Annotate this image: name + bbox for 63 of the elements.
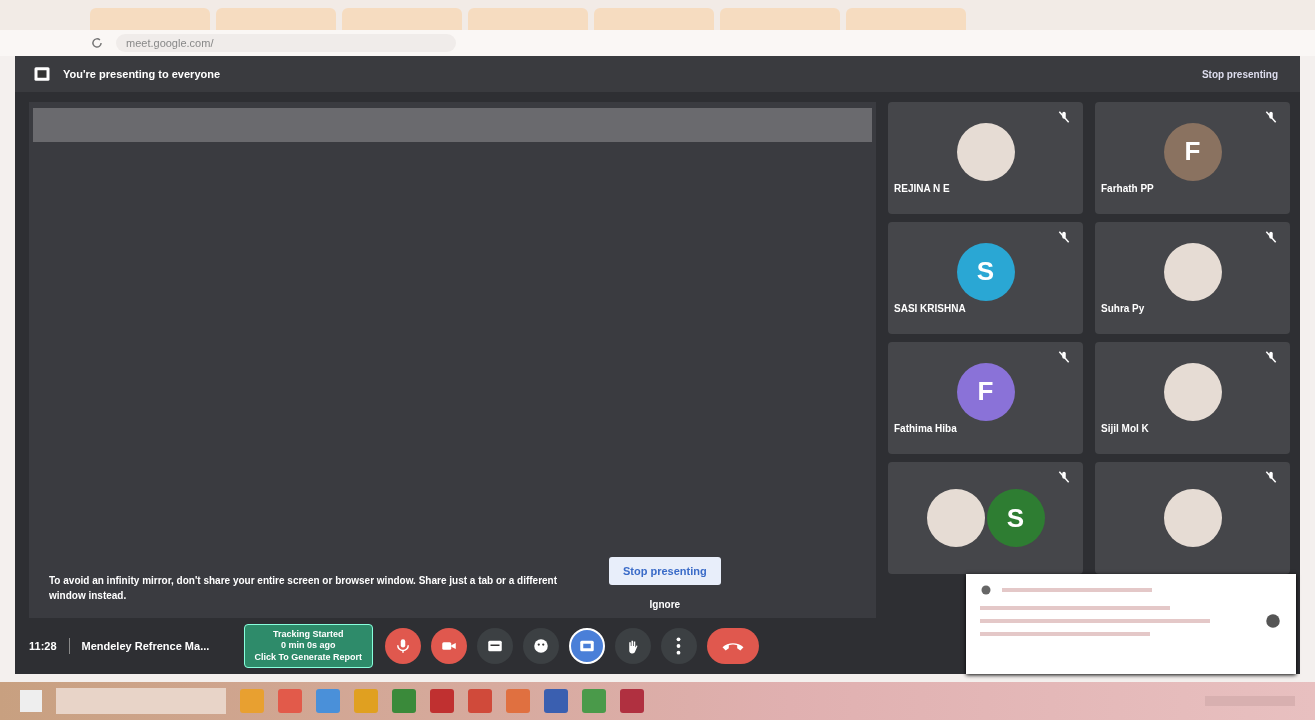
avatar-photo <box>1163 489 1222 547</box>
browser-tab[interactable] <box>720 8 840 30</box>
browser-tab[interactable] <box>846 8 966 30</box>
mic-off-icon <box>1057 230 1071 244</box>
stop-presenting-button[interactable]: Stop presenting <box>609 557 721 585</box>
mic-off-icon <box>1057 110 1071 124</box>
avatar: F <box>1163 122 1222 181</box>
taskbar-app-icon[interactable] <box>240 689 264 713</box>
address-bar[interactable]: meet.google.com/ <box>116 34 456 52</box>
microphone-button[interactable] <box>384 628 421 664</box>
mic-off-icon <box>1264 470 1278 484</box>
avatar: S <box>956 242 1015 301</box>
taskbar-app-icon[interactable] <box>582 689 606 713</box>
participant-name: Fathima Hiba <box>894 422 957 434</box>
browser-tab[interactable] <box>468 8 588 30</box>
tracking-report-button[interactable]: Tracking Started 0 min 0s ago Click To Generate Report <box>243 624 373 668</box>
browser-tab[interactable] <box>594 8 714 30</box>
browser-tab[interactable] <box>90 8 210 30</box>
taskbar-app-icon[interactable] <box>316 689 340 713</box>
more-options-button[interactable] <box>660 628 697 664</box>
mic-off-icon <box>1057 470 1071 484</box>
reload-icon <box>90 36 104 50</box>
avatar: F <box>956 362 1015 421</box>
taskbar-app-icon[interactable] <box>430 689 454 713</box>
more-icon <box>676 637 682 655</box>
raise-hand-button[interactable] <box>614 628 651 664</box>
phone-icon <box>721 641 744 651</box>
taskbar-app-icon[interactable] <box>506 689 530 713</box>
smiley-icon <box>531 637 550 655</box>
participant-name: Suhra Py <box>1101 302 1145 314</box>
participant-name: Farhath PP <box>1101 182 1154 194</box>
present-icon <box>33 65 51 83</box>
reaction-button[interactable] <box>522 628 559 664</box>
participant-name: SASI KRISHNA <box>894 302 966 314</box>
avatar-photo <box>926 489 985 547</box>
clock-time: 11:28 <box>29 640 57 652</box>
browser-tab[interactable] <box>342 8 462 30</box>
browser-tab[interactable] <box>216 8 336 30</box>
mic-off-icon <box>1264 230 1278 244</box>
participant-name: REJINA N E <box>894 182 950 194</box>
mic-off-icon <box>1264 350 1278 364</box>
stop-presenting-link[interactable]: Stop presenting <box>1197 66 1282 82</box>
start-button[interactable] <box>20 690 42 712</box>
taskbar-app-icon[interactable] <box>544 689 568 713</box>
taskbar-app-icon[interactable] <box>278 689 302 713</box>
avatar: S <box>986 489 1045 547</box>
taskbar-search[interactable] <box>56 688 226 714</box>
taskbar-app-icon[interactable] <box>354 689 378 713</box>
warning-text: To avoid an infinity mirror, don't share your entire screen or browser window. Share just a tab or a different window instead. <box>49 574 559 603</box>
taskbar-app-icon[interactable] <box>468 689 492 713</box>
mic-off-icon <box>1057 350 1071 364</box>
participant-name: Sijil Mol K <box>1101 422 1149 434</box>
banner-text: You're presenting to everyone <box>63 68 222 80</box>
present-button[interactable] <box>568 628 605 664</box>
camera-button[interactable] <box>430 628 467 664</box>
ignore-button[interactable]: Ignore <box>649 599 681 610</box>
meeting-title: Mendeley Refrence Ma... <box>81 640 211 652</box>
taskbar-app-icon[interactable] <box>392 689 416 713</box>
app-icon <box>980 584 992 596</box>
taskbar-app-icon[interactable] <box>620 689 644 713</box>
leave-call-button[interactable] <box>706 628 759 664</box>
captions-button[interactable] <box>476 628 513 664</box>
mic-off-icon <box>1264 110 1278 124</box>
